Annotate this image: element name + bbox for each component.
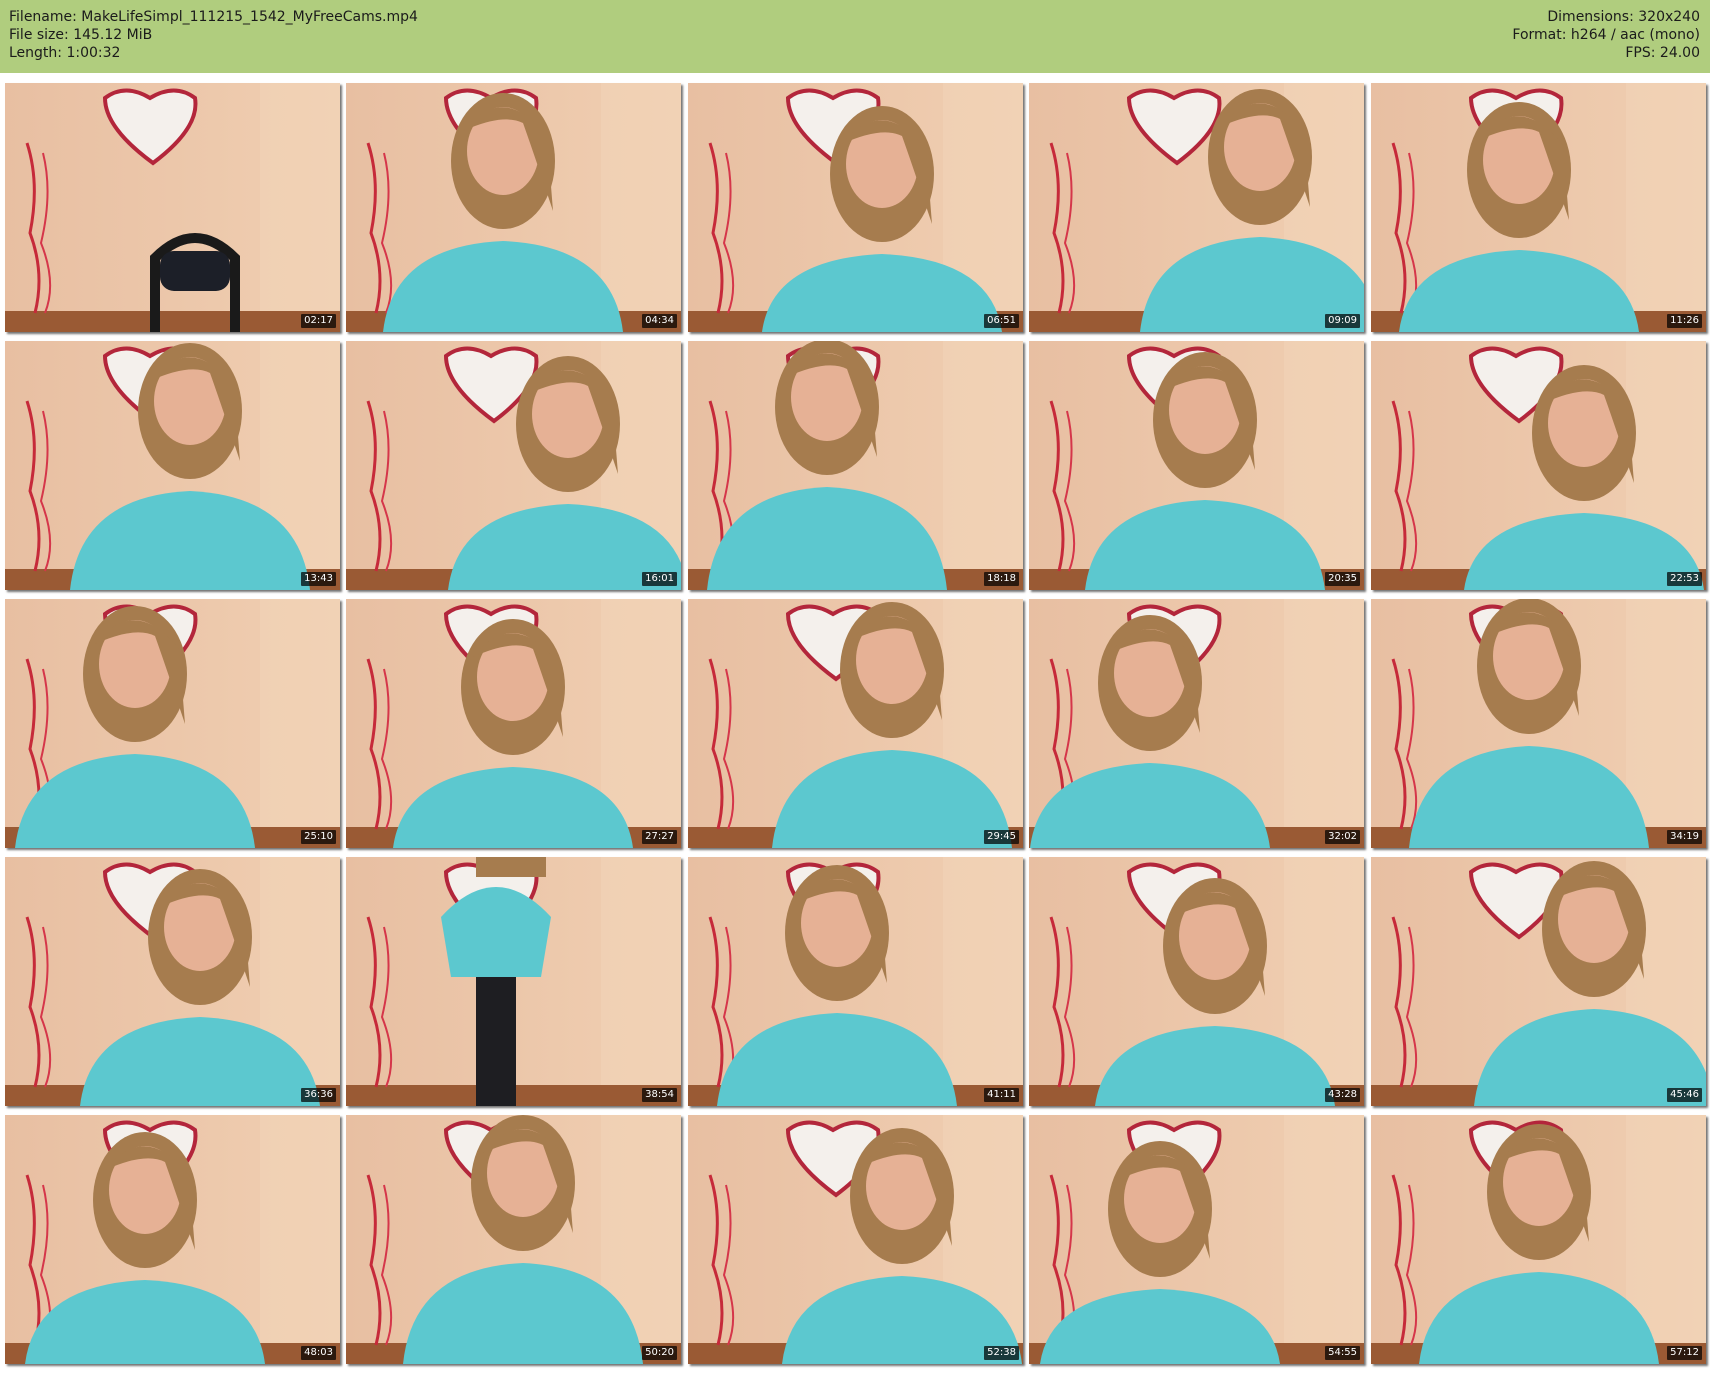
thumbnail-image	[5, 599, 340, 848]
thumbnail-image	[1371, 857, 1706, 1106]
timestamp-label: 11:26	[1667, 314, 1702, 328]
video-thumbnail[interactable]: 34:19	[1371, 599, 1706, 848]
thumbnail-image	[1371, 599, 1706, 848]
filename-text: Filename: MakeLifeSimpl_111215_1542_MyFr…	[9, 9, 418, 25]
video-thumbnail[interactable]: 13:43	[5, 341, 340, 590]
timestamp-label: 32:02	[1325, 830, 1360, 844]
timestamp-label: 22:53	[1667, 572, 1702, 586]
video-thumbnail[interactable]: 38:54	[346, 857, 681, 1106]
thumbnail-image	[688, 341, 1023, 590]
thumbnail-image	[1029, 599, 1364, 848]
video-thumbnail[interactable]: 41:11	[688, 857, 1023, 1106]
timestamp-label: 06:51	[984, 314, 1019, 328]
timestamp-label: 57:12	[1667, 1346, 1702, 1360]
timestamp-label: 16:01	[642, 572, 677, 586]
timestamp-label: 20:35	[1325, 572, 1360, 586]
filesize-text: File size: 145.12 MiB	[9, 27, 153, 43]
thumbnail-grid: 02:17 04:34 06:51 09:09 11:26 13:43 16:01 18:18…	[5, 83, 1706, 1367]
thumbnail-image	[346, 341, 681, 590]
timestamp-label: 48:03	[301, 1346, 336, 1360]
video-thumbnail[interactable]: 50:20	[346, 1115, 681, 1364]
video-thumbnail[interactable]: 27:27	[346, 599, 681, 848]
video-thumbnail[interactable]: 52:38	[688, 1115, 1023, 1364]
thumbnail-image	[1371, 1115, 1706, 1364]
thumbnail-image	[1029, 857, 1364, 1106]
thumbnail-image	[346, 1115, 681, 1364]
info-left: Filename: MakeLifeSimpl_111215_1542_MyFr…	[9, 8, 418, 62]
video-thumbnail[interactable]: 57:12	[1371, 1115, 1706, 1364]
timestamp-label: 50:20	[642, 1346, 677, 1360]
timestamp-label: 54:55	[1325, 1346, 1360, 1360]
timestamp-label: 41:11	[984, 1088, 1019, 1102]
dimensions-text: Dimensions: 320x240	[1547, 9, 1700, 25]
thumbnail-image	[688, 1115, 1023, 1364]
thumbnail-image	[1371, 83, 1706, 332]
fps-text: FPS: 24.00	[1625, 45, 1700, 61]
video-thumbnail[interactable]: 09:09	[1029, 83, 1364, 332]
timestamp-label: 09:09	[1325, 314, 1360, 328]
info-right: Dimensions: 320x240 Format: h264 / aac (…	[1512, 8, 1700, 62]
video-thumbnail[interactable]: 36:36	[5, 857, 340, 1106]
thumbnail-image	[1029, 341, 1364, 590]
timestamp-label: 45:46	[1667, 1088, 1702, 1102]
timestamp-label: 04:34	[642, 314, 677, 328]
video-thumbnail[interactable]: 20:35	[1029, 341, 1364, 590]
format-text: Format: h264 / aac (mono)	[1512, 27, 1700, 43]
video-thumbnail[interactable]: 45:46	[1371, 857, 1706, 1106]
video-thumbnail[interactable]: 22:53	[1371, 341, 1706, 590]
video-thumbnail[interactable]: 32:02	[1029, 599, 1364, 848]
video-thumbnail[interactable]: 43:28	[1029, 857, 1364, 1106]
thumbnail-image	[688, 83, 1023, 332]
thumbnail-image	[346, 599, 681, 848]
video-thumbnail[interactable]: 29:45	[688, 599, 1023, 848]
thumbnail-image	[346, 857, 681, 1106]
length-text: Length: 1:00:32	[9, 45, 121, 61]
info-header: Filename: MakeLifeSimpl_111215_1542_MyFr…	[0, 0, 1710, 73]
thumbnail-image	[346, 83, 681, 332]
thumbnail-image	[1029, 83, 1364, 332]
thumbnail-image	[1371, 341, 1706, 590]
video-thumbnail[interactable]: 54:55	[1029, 1115, 1364, 1364]
timestamp-label: 43:28	[1325, 1088, 1360, 1102]
timestamp-label: 36:36	[301, 1088, 336, 1102]
video-thumbnail[interactable]: 11:26	[1371, 83, 1706, 332]
thumbnail-image	[5, 857, 340, 1106]
timestamp-label: 38:54	[642, 1088, 677, 1102]
timestamp-label: 52:38	[984, 1346, 1019, 1360]
timestamp-label: 27:27	[642, 830, 677, 844]
thumbnail-image	[1029, 1115, 1364, 1364]
thumbnail-image	[688, 857, 1023, 1106]
video-thumbnail[interactable]: 25:10	[5, 599, 340, 848]
thumbnail-image	[5, 341, 340, 590]
video-thumbnail[interactable]: 04:34	[346, 83, 681, 332]
timestamp-label: 29:45	[984, 830, 1019, 844]
thumbnail-image	[5, 83, 340, 332]
thumbnail-image	[5, 1115, 340, 1364]
video-thumbnail[interactable]: 02:17	[5, 83, 340, 332]
thumbnail-image	[688, 599, 1023, 848]
video-thumbnail[interactable]: 48:03	[5, 1115, 340, 1364]
video-thumbnail[interactable]: 18:18	[688, 341, 1023, 590]
video-thumbnail[interactable]: 16:01	[346, 341, 681, 590]
timestamp-label: 13:43	[301, 572, 336, 586]
video-thumbnail[interactable]: 06:51	[688, 83, 1023, 332]
timestamp-label: 25:10	[301, 830, 336, 844]
timestamp-label: 18:18	[984, 572, 1019, 586]
timestamp-label: 02:17	[301, 314, 336, 328]
timestamp-label: 34:19	[1667, 830, 1702, 844]
